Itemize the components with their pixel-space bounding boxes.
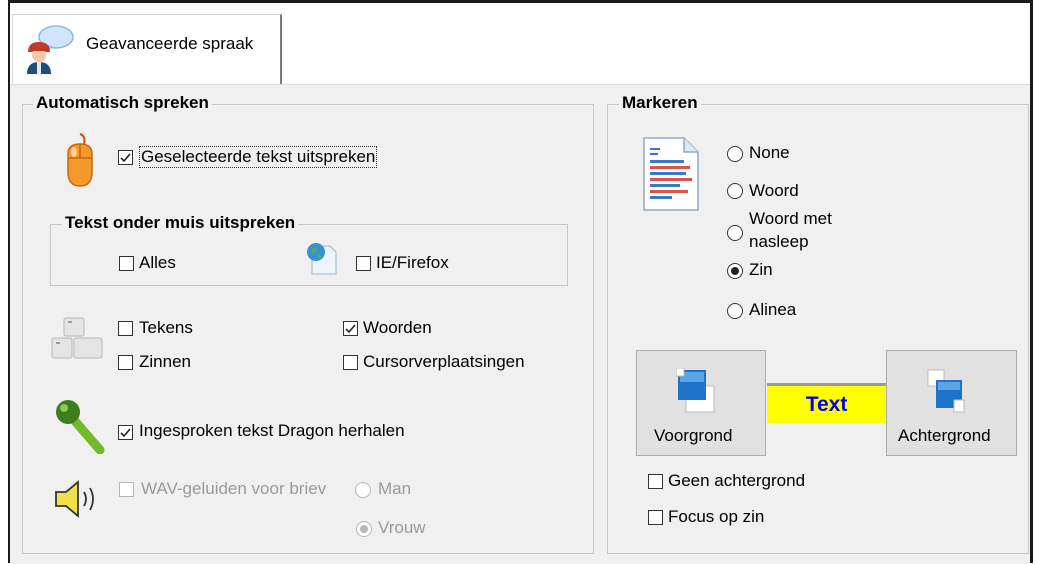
group-title-tekst-onder-muis: Tekst onder muis uitspreken bbox=[62, 213, 299, 233]
speaking-person-icon bbox=[22, 22, 78, 78]
radio-man[interactable] bbox=[355, 482, 371, 498]
label-alinea[interactable]: Alinea bbox=[749, 300, 796, 320]
checkbox-dragon[interactable] bbox=[118, 425, 133, 440]
globe-page-icon bbox=[302, 240, 342, 276]
checkbox-wav[interactable] bbox=[119, 482, 134, 497]
radio-vrouw[interactable] bbox=[356, 521, 372, 537]
window-border-right bbox=[1030, 0, 1033, 563]
checkbox-selected-text[interactable] bbox=[118, 150, 133, 165]
label-wav[interactable]: WAV-geluiden voor briev bbox=[141, 479, 326, 499]
group-title-automatisch-spreken: Automatisch spreken bbox=[33, 93, 212, 113]
label-vrouw[interactable]: Vrouw bbox=[378, 518, 426, 538]
checkbox-geen-achtergrond[interactable] bbox=[648, 474, 663, 489]
label-zin[interactable]: Zin bbox=[749, 260, 773, 280]
document-icon bbox=[640, 134, 702, 214]
label-woorden[interactable]: Woorden bbox=[363, 318, 432, 338]
label-nasleep[interactable]: nasleep bbox=[749, 232, 809, 252]
speaker-icon bbox=[52, 476, 108, 522]
checkbox-iefirefox[interactable] bbox=[356, 256, 371, 271]
group-title-markeren: Markeren bbox=[619, 93, 701, 113]
tab-label: Geavanceerde spraak bbox=[86, 34, 254, 53]
label-zinnen[interactable]: Zinnen bbox=[139, 352, 191, 372]
highlight-preview: Text bbox=[767, 386, 886, 423]
label-woord[interactable]: Woord bbox=[749, 181, 799, 201]
mouse-icon bbox=[60, 132, 100, 188]
checkbox-tekens[interactable] bbox=[118, 321, 133, 336]
radio-woord[interactable] bbox=[727, 183, 743, 199]
radio-woord-met-nasleep[interactable] bbox=[727, 225, 743, 241]
label-focus-op-zin[interactable]: Focus op zin bbox=[668, 507, 764, 527]
voorgrond-label: Voorgrond bbox=[654, 426, 733, 445]
radio-alinea[interactable] bbox=[727, 303, 743, 319]
label-dragon[interactable]: Ingesproken tekst Dragon herhalen bbox=[139, 421, 405, 441]
label-geen-achtergrond[interactable]: Geen achtergrond bbox=[668, 471, 805, 491]
label-man[interactable]: Man bbox=[378, 479, 411, 499]
background-color-icon bbox=[926, 368, 966, 414]
label-cursorverplaatsingen[interactable]: Cursorverplaatsingen bbox=[363, 352, 525, 372]
label-iefirefox[interactable]: IE/Firefox bbox=[376, 253, 449, 273]
checkbox-cursorverplaatsingen[interactable] bbox=[343, 355, 358, 370]
checkbox-woorden[interactable] bbox=[343, 321, 358, 336]
label-alles[interactable]: Alles bbox=[139, 253, 176, 273]
checkbox-alles[interactable] bbox=[119, 256, 134, 271]
preview-text: Text bbox=[805, 392, 848, 416]
radio-zin[interactable] bbox=[727, 263, 743, 279]
label-tekens[interactable]: Tekens bbox=[139, 318, 193, 338]
label-woord-met[interactable]: Woord met bbox=[749, 209, 832, 229]
foreground-color-icon bbox=[675, 367, 716, 414]
label-none[interactable]: None bbox=[749, 143, 790, 163]
checkbox-zinnen[interactable] bbox=[118, 355, 133, 370]
radio-none[interactable] bbox=[727, 146, 743, 162]
label-selected-text[interactable]: Geselecteerde tekst uitspreken bbox=[139, 146, 378, 168]
microphone-icon bbox=[52, 398, 108, 455]
checkbox-focus-op-zin[interactable] bbox=[648, 510, 663, 525]
keyboard-keys-icon bbox=[50, 316, 106, 362]
achtergrond-label: Achtergrond bbox=[898, 426, 991, 445]
